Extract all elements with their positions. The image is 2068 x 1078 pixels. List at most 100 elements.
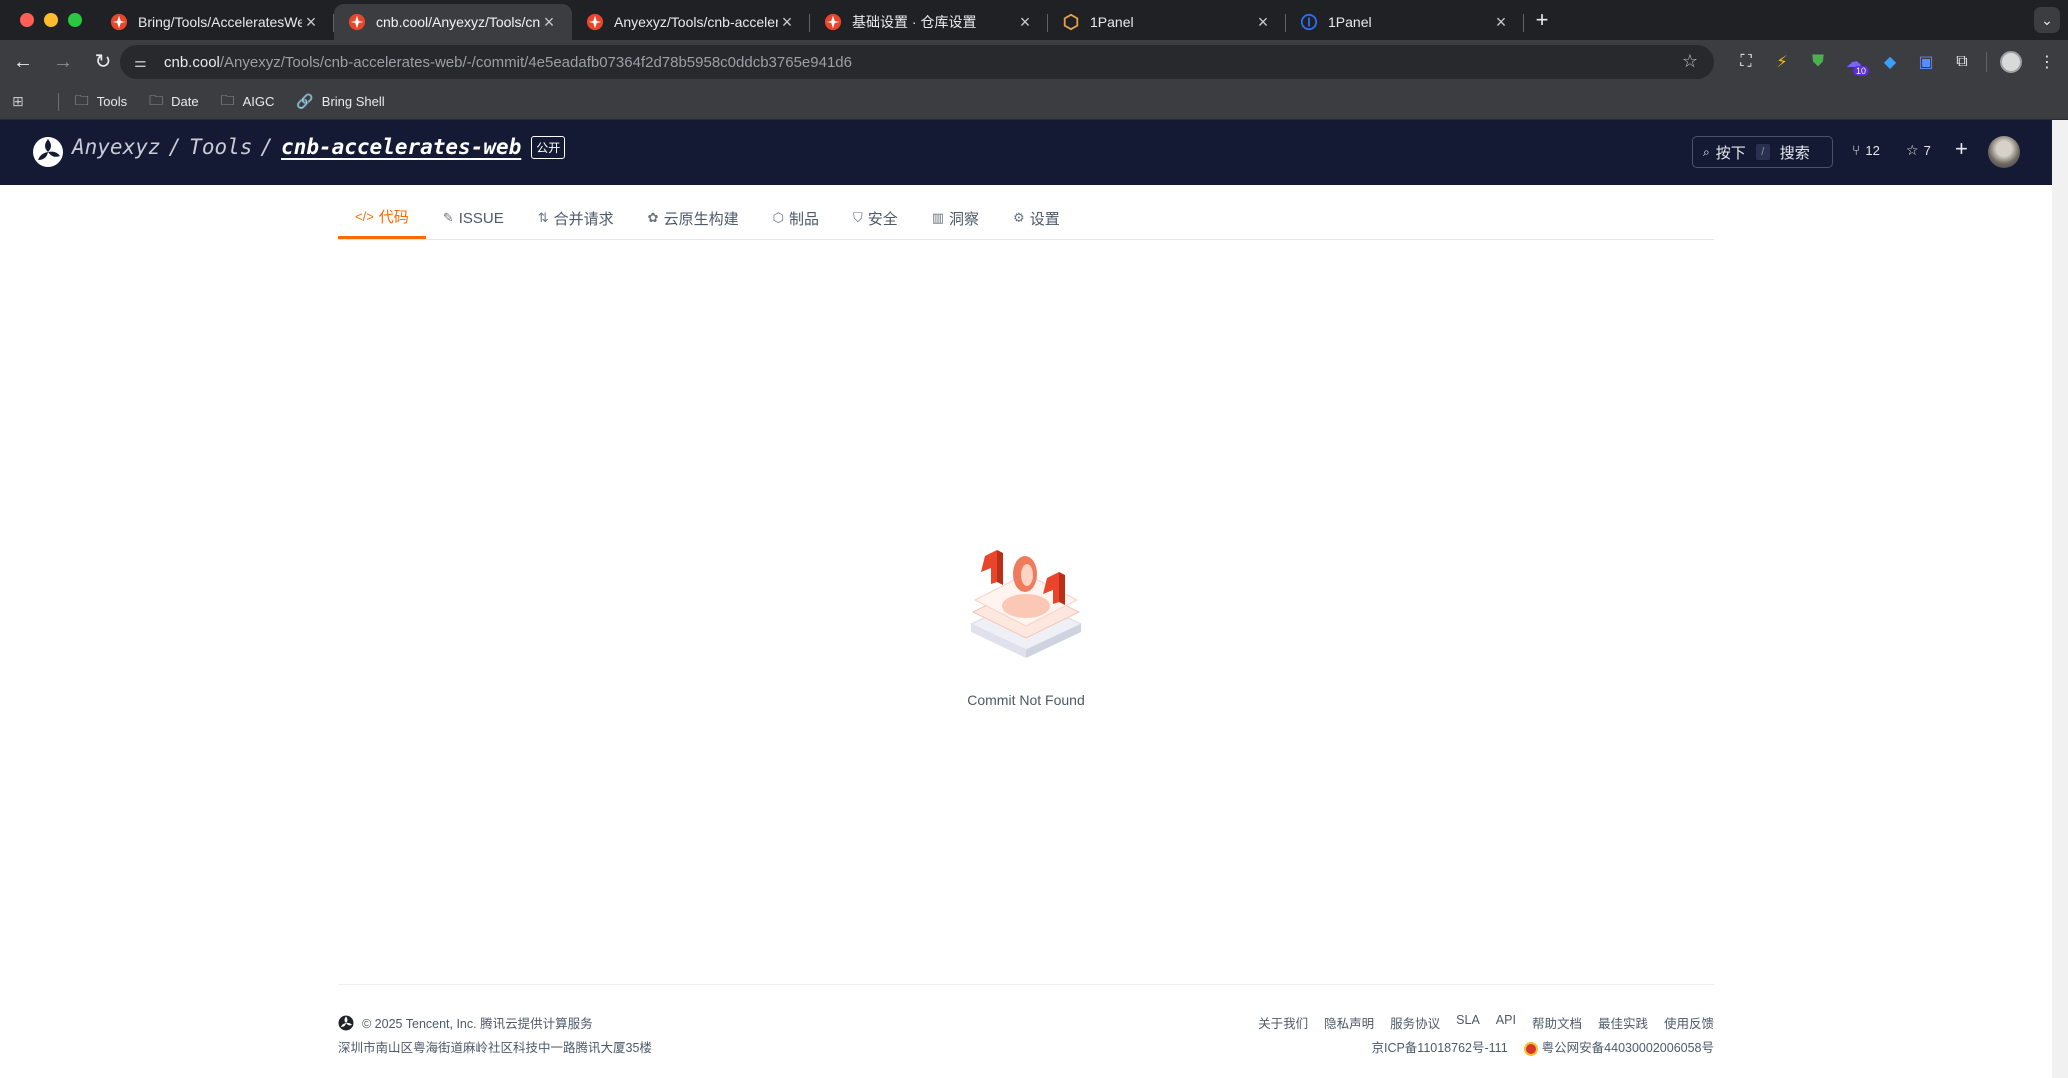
footer-link-api[interactable]: API: [1496, 1013, 1516, 1032]
browser-menu-icon[interactable]: ⋮: [2029, 40, 2065, 84]
bookmark-label: Date: [171, 94, 199, 109]
tab-label: 设置: [1029, 210, 1060, 228]
close-tab-icon[interactable]: ×: [302, 12, 320, 33]
bookmark-folder-date[interactable]: 🗀 Date: [149, 90, 198, 114]
merge-request-icon: ⇅: [537, 210, 549, 225]
search-label: 搜索: [1779, 144, 1810, 162]
issue-icon: ✎: [442, 210, 454, 225]
insights-icon: ▥: [931, 210, 945, 225]
fork-button[interactable]: ⑂ 12: [1852, 142, 1880, 158]
tab-code[interactable]: </> 代码: [338, 197, 426, 239]
bookmark-label: Bring Shell: [321, 94, 385, 109]
profile-icon[interactable]: [1993, 40, 2029, 84]
close-tab-icon[interactable]: ×: [540, 12, 558, 33]
tab-label: 代码: [378, 209, 409, 226]
bookmark-folder-tools[interactable]: 🗀 Tools: [75, 90, 127, 114]
star-count: 7: [1923, 143, 1931, 158]
extensions-puzzle-icon[interactable]: ⧉: [1944, 40, 1980, 84]
user-avatar[interactable]: [1988, 136, 2020, 168]
tab-security[interactable]: ⛉ 安全: [836, 197, 915, 239]
close-tab-icon[interactable]: ×: [1016, 12, 1034, 33]
close-window-button[interactable]: [20, 13, 34, 27]
empty-state-message: Commit Not Found: [967, 692, 1085, 708]
extension-shield-icon[interactable]: ⛊: [1800, 40, 1836, 84]
forward-arrow-icon[interactable]: →: [46, 45, 80, 79]
address-bar[interactable]: ⚌ cnb.cool/Anyexyz/Tools/cnb-accelerates…: [120, 45, 1714, 79]
cnb-footer-logo-icon: [338, 1015, 354, 1030]
bookmarks-bar: ⊞ 🗀 Tools 🗀 Date 🗀 AIGC 🔗 Bring Shell: [0, 84, 2068, 120]
cnb-favicon-icon: [824, 13, 842, 31]
breadcrumb-group[interactable]: Tools: [189, 135, 252, 159]
tab-label: 云原生构建: [663, 210, 739, 228]
bookmark-folder-aigc[interactable]: 🗀 AIGC: [221, 90, 275, 114]
bookmark-label: AIGC: [242, 94, 275, 109]
1panel-favicon-icon: [1063, 13, 1079, 31]
bookmark-bring-shell[interactable]: 🔗 Bring Shell: [296, 93, 384, 110]
search-shortcut-key: /: [1755, 144, 1770, 160]
apps-grid-icon[interactable]: ⊞: [12, 93, 32, 110]
close-tab-icon[interactable]: ×: [1492, 12, 1510, 33]
create-plus-icon[interactable]: +: [1955, 136, 1968, 162]
cnb-favicon-icon: [348, 13, 366, 31]
extension-bird-icon[interactable]: ◆: [1872, 40, 1908, 84]
maximize-window-button[interactable]: [68, 13, 82, 27]
tab-title: cnb.cool/Anyexyz/Tools/cnb-accelerates-w…: [376, 14, 540, 30]
1panel-favicon-icon: [1300, 13, 1318, 31]
footer-link-best-practices[interactable]: 最佳实践: [1598, 1013, 1648, 1032]
site-header: Anyexyz / Tools / cnb-accelerates-web 公开…: [0, 120, 2052, 185]
new-tab-button[interactable]: +: [1524, 7, 1560, 33]
tab-issue[interactable]: ✎ ISSUE: [426, 197, 521, 239]
browser-tab[interactable]: 1Panel ×: [1048, 4, 1286, 40]
breadcrumb-owner[interactable]: Anyexyz: [72, 135, 161, 159]
address-url[interactable]: cnb.cool/Anyexyz/Tools/cnb-accelerates-w…: [164, 54, 852, 71]
tab-label: 合并请求: [553, 210, 614, 228]
close-tab-icon[interactable]: ×: [778, 12, 796, 33]
tab-title: 基础设置 · 仓库设置: [852, 14, 977, 30]
footer-link-sla[interactable]: SLA: [1456, 1013, 1480, 1032]
reload-icon[interactable]: ↻: [86, 45, 120, 79]
tab-packages[interactable]: ⬡ 制品: [756, 197, 836, 239]
star-button[interactable]: ☆ 7: [1906, 142, 1931, 159]
close-tab-icon[interactable]: ×: [1254, 12, 1272, 33]
cnb-logo-icon[interactable]: [32, 136, 64, 168]
tab-cloud-native-build[interactable]: ✿ 云原生构建: [631, 197, 756, 239]
tab-strip: Bring/Tools/AcceleratesWeb × cnb.cool/An…: [0, 0, 2068, 40]
back-arrow-icon[interactable]: ←: [6, 45, 40, 79]
tab-label: ISSUE: [458, 209, 504, 227]
minimize-window-button[interactable]: [44, 13, 58, 27]
tab-merge-requests[interactable]: ⇅ 合并请求: [521, 197, 631, 239]
browser-tab[interactable]: Bring/Tools/AcceleratesWeb ×: [96, 4, 334, 40]
footer: © 2025 Tencent, Inc. 腾讯云提供计算服务 深圳市南山区粤海街…: [338, 984, 1714, 1074]
tab-settings[interactable]: ⚙ 设置: [996, 197, 1077, 239]
cnb-favicon-icon: [110, 13, 128, 31]
footer-link-about[interactable]: 关于我们: [1258, 1013, 1308, 1032]
tab-insights[interactable]: ▥ 洞察: [915, 197, 996, 239]
extension-shell-icon[interactable]: ⚡: [1764, 40, 1800, 84]
link-icon: 🔗: [296, 93, 314, 109]
footer-link-feedback[interactable]: 使用反馈: [1664, 1013, 1714, 1032]
extension-screenshot-icon[interactable]: ⛶: [1728, 40, 1764, 84]
repo-nav-tabs: </> 代码 ✎ ISSUE ⇅ 合并请求 ✿ 云原生构建 ⬡ 制品 ⛉ 安全 ▥ 洞察 ⚙ 设…: [338, 197, 1714, 240]
search-button[interactable]: ⌕ 按下 / 搜索: [1692, 136, 1833, 168]
site-settings-icon[interactable]: ⚌: [134, 54, 154, 71]
police-record-text: 粤公网安备44030002006058号: [1541, 1041, 1714, 1055]
footer-link-terms[interactable]: 服务协议: [1390, 1013, 1440, 1032]
footer-link-privacy[interactable]: 隐私声明: [1324, 1013, 1374, 1032]
bookmark-star-icon[interactable]: ☆: [1682, 51, 1698, 72]
star-icon: ☆: [1906, 142, 1919, 158]
extension-badge: 10: [1852, 66, 1869, 76]
page-scrollbar[interactable]: [2052, 120, 2068, 1078]
extension-cloud-icon[interactable]: ☁ 10: [1836, 40, 1872, 84]
breadcrumb: Anyexyz / Tools / cnb-accelerates-web 公开: [72, 135, 566, 159]
footer-link-docs[interactable]: 帮助文档: [1532, 1013, 1582, 1032]
breadcrumb-repo[interactable]: cnb-accelerates-web: [281, 135, 521, 159]
tab-search-chevron-down-icon[interactable]: ⌄: [2034, 7, 2060, 33]
browser-tab-active[interactable]: cnb.cool/Anyexyz/Tools/cnb-accelerates-w…: [334, 4, 572, 40]
browser-tab[interactable]: 基础设置 · 仓库设置 ×: [810, 4, 1048, 40]
search-icon: ⌕: [1703, 144, 1710, 159]
icp-link[interactable]: 京ICP备11018762号-111: [1371, 1037, 1507, 1056]
browser-tab[interactable]: Anyexyz/Tools/cnb-accelerates-web ×: [572, 4, 810, 40]
extension-lock-icon[interactable]: ▣: [1908, 40, 1944, 84]
browser-tab[interactable]: 1Panel ×: [1286, 4, 1524, 40]
police-record-link[interactable]: 粤公网安备44030002006058号: [1523, 1037, 1714, 1056]
